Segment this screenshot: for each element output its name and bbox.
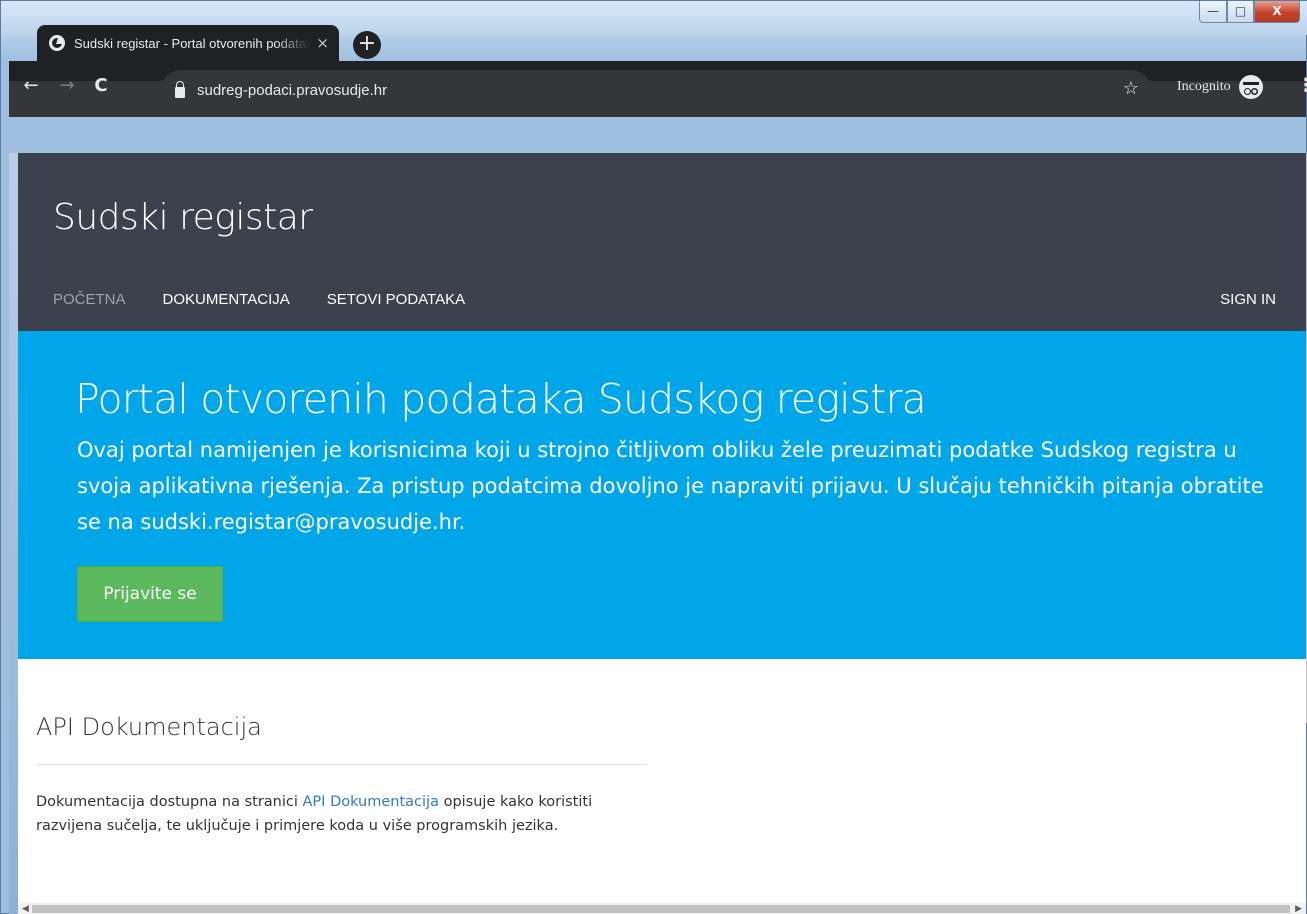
nav-item-dokumentacija[interactable]: DOKUMENTACIJA [163, 291, 290, 308]
scroll-left-icon[interactable]: ◀ [22, 903, 29, 914]
tab-close-icon[interactable]: × [316, 34, 329, 52]
close-window-button[interactable]: X [1254, 1, 1300, 23]
minimize-button[interactable]: — [1199, 1, 1227, 23]
api-section-title: API Dokumentacija [36, 713, 262, 741]
globe-icon [49, 35, 65, 51]
window-left-edge [9, 153, 18, 914]
api-docs-link[interactable]: API Dokumentacija [303, 794, 439, 810]
section-divider [36, 764, 647, 765]
main-nav: POČETNA DOKUMENTACIJA SETOVI PODATAKA [53, 291, 465, 308]
nav-item-setovi-podataka[interactable]: SETOVI PODATAKA [327, 291, 465, 308]
browser-tab[interactable]: Sudski registar - Portal otvorenih podat… [37, 25, 339, 61]
tab-title: Sudski registar - Portal otvorenih podat… [74, 35, 311, 51]
back-icon[interactable]: ← [19, 75, 43, 99]
scroll-right-icon[interactable]: ▶ [1295, 903, 1302, 914]
hero-banner: Portal otvorenih podataka Sudskog regist… [18, 331, 1306, 659]
bookmark-star-icon[interactable]: ☆ [1123, 78, 1139, 99]
incognito-label: Incognito [1177, 79, 1231, 94]
horizontal-scroll-thumb[interactable] [32, 905, 1290, 913]
browser-toolbar: ← → C sudreg-podaci.pravosudje.hr ☆ Inco… [9, 61, 1307, 117]
lock-icon [175, 80, 185, 98]
site-brand[interactable]: Sudski registar [53, 197, 313, 238]
hero-title: Portal otvorenih podataka Sudskog regist… [75, 375, 927, 423]
login-button[interactable]: Prijavite se [77, 566, 223, 622]
window-frame: Sudski registar - Portal otvorenih podat… [0, 0, 1307, 914]
api-text-before: Dokumentacija dostupna na stranici [36, 794, 303, 810]
forward-icon[interactable]: → [55, 75, 79, 99]
sign-in-link[interactable]: SIGN IN [1220, 291, 1276, 308]
window-controls: — □ X [1199, 1, 1300, 23]
menu-kebab-icon[interactable]: ⋮ [1297, 75, 1307, 96]
hero-text: Ovaj portal namijenjen je korisnicima ko… [77, 438, 1264, 534]
incognito-indicator[interactable]: Incognito [1177, 75, 1263, 99]
address-bar[interactable]: sudreg-podaci.pravosudje.hr ☆ [161, 70, 1151, 110]
api-section-text: Dokumentacija dostupna na stranici API D… [36, 790, 656, 838]
site-header: Sudski registar POČETNA DOKUMENTACIJA SE… [18, 153, 1306, 331]
incognito-icon [1238, 75, 1263, 99]
page-viewport: Sudski registar POČETNA DOKUMENTACIJA SE… [18, 153, 1306, 903]
horizontal-scrollbar[interactable]: ◀ ▶ [18, 903, 1306, 914]
new-tab-button[interactable]: + [353, 31, 381, 59]
nav-item-pocetna[interactable]: POČETNA [53, 291, 126, 308]
maximize-button[interactable]: □ [1227, 1, 1254, 23]
reload-icon[interactable]: C [89, 75, 113, 99]
url-text: sudreg-podaci.pravosudje.hr [197, 81, 388, 99]
